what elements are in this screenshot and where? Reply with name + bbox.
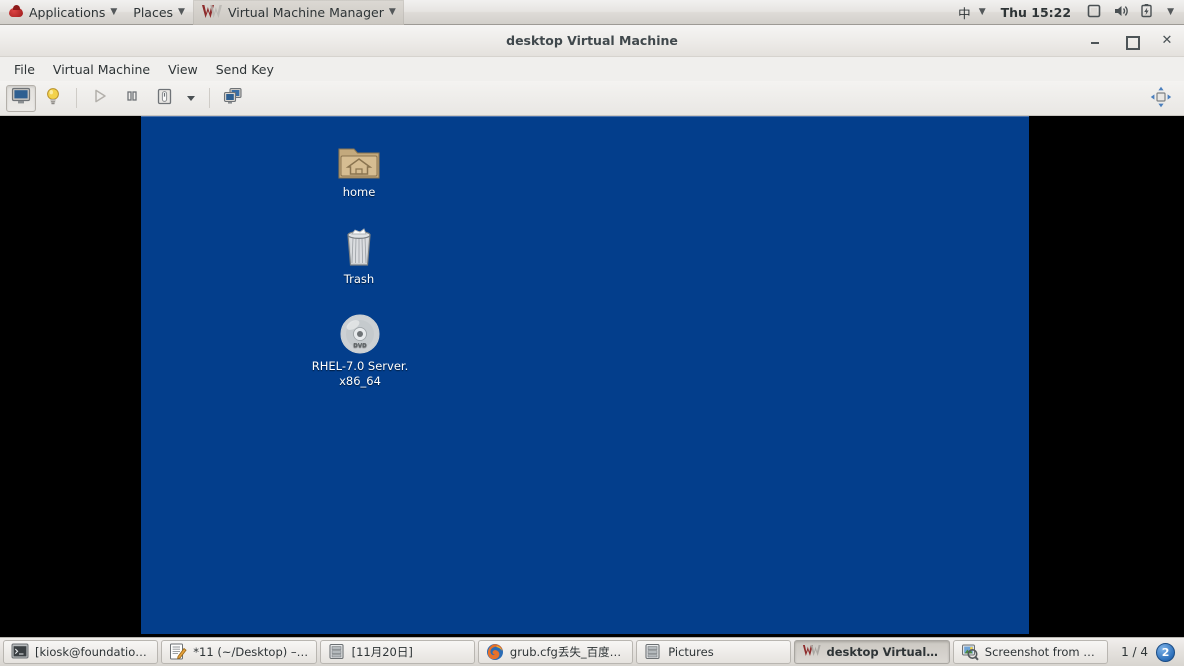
task-item-label: desktop Virtual Mac... (826, 645, 942, 659)
screenshot-icon (961, 643, 979, 661)
vm-console-viewport[interactable]: home Trash DVD RHEL-7.0 Server. x86_64 (0, 116, 1184, 637)
power-switch-icon (156, 88, 173, 109)
task-item-label: Screenshot from 20... (984, 645, 1101, 659)
chevron-down-icon: ▼ (978, 6, 986, 17)
dvd-disc-icon: DVD (289, 307, 431, 355)
pause-button[interactable] (117, 85, 147, 112)
input-method-label: 中 (958, 5, 971, 21)
text-editor-icon (169, 643, 187, 661)
menu-virtual-machine[interactable]: Virtual Machine (44, 59, 159, 80)
panel-status-area: 中 ▼ Thu 15:22 ▼ (951, 0, 1184, 25)
virtual-machine-window: desktop Virtual Machine ✕ File Virtual M… (0, 25, 1184, 637)
desktop-icon-label: home (342, 185, 376, 199)
task-item-screenshot[interactable]: Screenshot from 20... (952, 640, 1109, 664)
task-item-label: [kiosk@foundation3... (35, 645, 151, 659)
workspace-badge[interactable]: 2 (1156, 642, 1176, 662)
terminal-icon (11, 643, 29, 661)
applications-menu-label: Applications (29, 4, 106, 20)
snapshots-button[interactable] (218, 85, 248, 112)
menu-send-key[interactable]: Send Key (207, 59, 283, 80)
desktop-icon-label: RHEL-7.0 Server. x86_64 (311, 359, 409, 388)
redhat-logo-icon (8, 4, 24, 20)
gnome-top-panel: Applications ▼ Places ▼ Virtual Machine … (0, 0, 1184, 25)
menubar: File Virtual Machine View Send Key (0, 57, 1184, 81)
active-window-menu[interactable]: Virtual Machine Manager ▼ (192, 0, 404, 25)
task-item-file-manager-date[interactable]: [11月20日] (319, 640, 475, 664)
toolbar-right-area (1146, 81, 1176, 116)
clone-screens-icon (223, 87, 243, 109)
vm-guest-desktop[interactable]: home Trash DVD RHEL-7.0 Server. x86_64 (141, 116, 1029, 634)
desktop-icon-trash[interactable]: Trash (299, 220, 419, 287)
toolbar-separator (209, 88, 210, 108)
window-controls: ✕ (1088, 25, 1174, 57)
chevron-down-icon: ▼ (178, 6, 185, 17)
active-window-title: Virtual Machine Manager (227, 4, 384, 20)
play-icon (92, 88, 108, 108)
menu-file[interactable]: File (5, 59, 44, 80)
fullscreen-button[interactable] (1146, 85, 1176, 112)
home-folder-icon (299, 133, 419, 181)
task-item-terminal[interactable]: [kiosk@foundation3... (3, 640, 159, 664)
fullscreen-arrows-icon (1150, 86, 1172, 112)
clock-label: Thu 15:22 (1000, 4, 1072, 20)
menu-view[interactable]: View (159, 59, 207, 80)
input-method-indicator[interactable]: 中 ▼ (951, 0, 989, 25)
clock[interactable]: Thu 15:22 (990, 0, 1082, 25)
display-icon (1086, 3, 1104, 21)
window-list-taskbar: [kiosk@foundation3... *11 (~/Desktop) – … (0, 637, 1184, 666)
places-menu[interactable]: Places ▼ (125, 0, 193, 25)
minimize-button[interactable] (1088, 34, 1102, 48)
window-title: desktop Virtual Machine (506, 33, 678, 48)
window-titlebar: desktop Virtual Machine ✕ (0, 25, 1184, 57)
task-item-text-editor[interactable]: *11 (~/Desktop) – g... (161, 640, 317, 664)
shutdown-button[interactable] (149, 85, 179, 112)
task-item-label: *11 (~/Desktop) – g... (193, 645, 309, 659)
close-button[interactable]: ✕ (1160, 34, 1174, 48)
task-item-firefox[interactable]: grub.cfg丢失_百度搜... (477, 640, 634, 664)
workspace-count-label: 1 / 4 (1121, 645, 1149, 659)
chevron-down-icon: ▼ (110, 6, 118, 17)
task-item-virtual-machine[interactable]: desktop Virtual Mac... (794, 640, 950, 664)
run-button[interactable] (85, 85, 115, 112)
task-item-label: grub.cfg丢失_百度搜... (509, 645, 626, 659)
chevron-down-icon: ▼ (388, 6, 396, 17)
monitor-icon (11, 87, 31, 109)
places-menu-label: Places (133, 4, 174, 20)
lightbulb-icon (45, 87, 61, 110)
virtual-machine-manager-icon (201, 3, 223, 21)
pause-icon (124, 88, 140, 108)
workspace-switcher[interactable]: 1 / 4 2 (1111, 640, 1181, 664)
desktop-icon-home[interactable]: home (299, 133, 419, 200)
desktop-icon-label: Trash (343, 272, 375, 286)
task-item-label: [11月20日] (351, 645, 413, 659)
chevron-down-icon: ▼ (1167, 6, 1174, 17)
file-manager-icon (328, 643, 346, 661)
show-details-button[interactable] (38, 85, 68, 112)
battery-icon (1140, 3, 1158, 21)
shutdown-menu-button[interactable] (181, 85, 201, 112)
task-item-label: Pictures (668, 645, 714, 659)
task-item-pictures[interactable]: Pictures (636, 640, 792, 664)
desktop-icon-rhel-dvd[interactable]: DVD RHEL-7.0 Server. x86_64 (289, 307, 431, 389)
volume-icon (1113, 3, 1131, 21)
system-status-menu[interactable]: ▼ (1082, 0, 1178, 25)
toolbar-separator (76, 88, 77, 108)
maximize-button[interactable] (1124, 34, 1140, 50)
virtual-machine-manager-icon (802, 643, 822, 661)
toolbar (0, 81, 1184, 116)
applications-menu[interactable]: Applications ▼ (0, 0, 125, 25)
svg-text:DVD: DVD (353, 343, 367, 349)
trash-icon (299, 220, 419, 268)
show-console-button[interactable] (6, 84, 36, 112)
firefox-icon (486, 643, 504, 661)
file-manager-icon (644, 643, 662, 661)
